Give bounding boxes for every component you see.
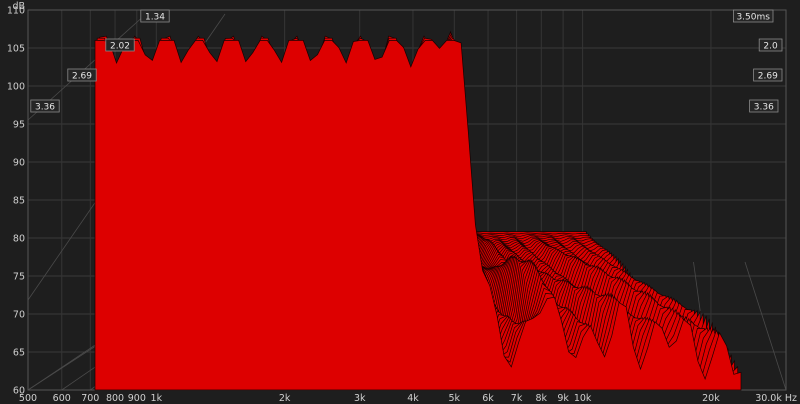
time-tick-label: 3.36 — [30, 99, 60, 113]
time-tick-label: 3.36 — [749, 99, 779, 113]
y-tick-label: 110 — [7, 6, 25, 17]
x-tick-label: 900 — [128, 393, 146, 404]
time-label-text: 2.0 — [763, 42, 778, 52]
x-tick-label: 10k — [574, 393, 592, 404]
x-tick-label: 6k — [482, 393, 494, 404]
time-label-text: 2.69 — [72, 72, 92, 82]
y-tick-label: 100 — [7, 82, 25, 93]
x-tick-label: 600 — [53, 393, 71, 404]
x-tick-label: 800 — [106, 393, 124, 404]
time-label-text: 2.69 — [758, 72, 778, 82]
y-tick-label: 70 — [13, 310, 25, 321]
y-tick-label: 90 — [13, 158, 25, 169]
x-tick-label: 2k — [279, 393, 291, 404]
x-tick-label: 5k — [449, 393, 461, 404]
time-label-text: 3.50ms — [736, 13, 770, 23]
time-tick-label: 3.50ms — [733, 9, 774, 23]
time-tick-label: 2.02 — [105, 38, 135, 52]
time-label-text: 3.36 — [754, 103, 774, 113]
time-tick-label: 2.69 — [753, 68, 783, 82]
y-tick-label: 85 — [13, 196, 25, 207]
waterfall-chart: dB6065707580859095100105110 500 600 700 800… — [0, 0, 800, 404]
time-tick-label: 2.69 — [67, 68, 97, 82]
y-tick-label: 95 — [13, 120, 25, 131]
x-tick-label: 1k — [151, 393, 163, 404]
x-tick-label: 9k — [557, 393, 569, 404]
time-tick-label: 2.0 — [758, 38, 783, 52]
y-tick-label: 105 — [7, 44, 25, 55]
x-tick-label: 30.0k Hz — [755, 393, 797, 404]
y-tick-label: 75 — [13, 272, 25, 283]
x-tick-label: 700 — [81, 393, 99, 404]
time-tick-label: 1.34 — [140, 9, 170, 23]
x-tick-label: 8k — [536, 393, 548, 404]
x-tick-label: 500 — [19, 393, 37, 404]
y-tick-label: 80 — [13, 234, 25, 245]
x-tick-label: 20k — [702, 393, 720, 404]
y-tick-label: 65 — [13, 348, 25, 359]
time-label-text: 2.02 — [110, 42, 130, 52]
x-tick-label: 4k — [407, 393, 419, 404]
time-label-text: 1.34 — [145, 13, 165, 23]
x-tick-label: 7k — [511, 393, 523, 404]
time-label-text: 3.36 — [35, 103, 55, 113]
x-tick-label: 3k — [354, 393, 366, 404]
